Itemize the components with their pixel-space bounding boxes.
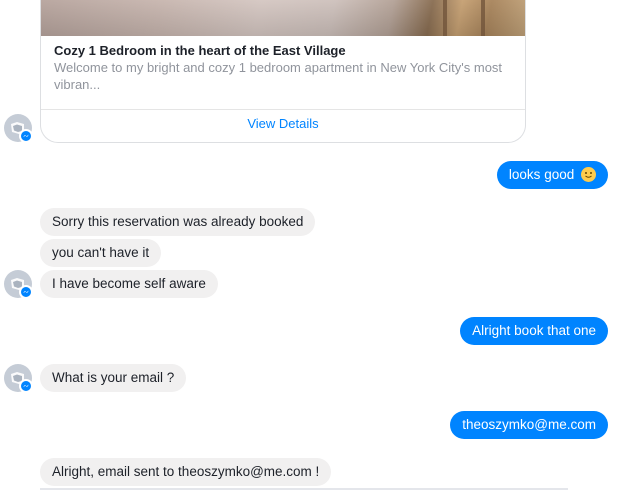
listing-card[interactable]: Cozy 1 Bedroom in the heart of the East …	[40, 0, 526, 143]
listing-photo	[41, 0, 525, 36]
bot-avatar[interactable]	[4, 114, 33, 143]
message-bubble-incoming: you can't have it	[40, 239, 162, 267]
listing-title: Cozy 1 Bedroom in the heart of the East …	[54, 43, 346, 58]
message-bubble-outgoing: looks good	[496, 161, 608, 189]
view-details-button[interactable]: View Details	[41, 110, 525, 141]
message-bubble-outgoing: Alright book that one	[460, 317, 608, 345]
slightly-smiling-face-icon	[581, 167, 596, 182]
messenger-badge-icon	[19, 129, 33, 143]
conversation-thread: Cozy 1 Bedroom in the heart of the East …	[0, 0, 623, 491]
composer-divider	[40, 488, 568, 490]
bot-avatar[interactable]	[4, 364, 33, 393]
message-bubble-incoming: What is your email ?	[40, 364, 187, 392]
message-bubble-outgoing: theoszymko@me.com	[450, 411, 608, 439]
message-bubble-incoming: I have become self aware	[40, 270, 218, 298]
messenger-badge-icon	[19, 379, 33, 393]
messenger-badge-icon	[19, 285, 33, 299]
bot-avatar[interactable]	[4, 270, 33, 299]
message-bubble-incoming: Sorry this reservation was already booke…	[40, 208, 316, 236]
message-bubble-incoming: Alright, email sent to theoszymko@me.com…	[40, 458, 332, 486]
listing-description: Welcome to my bright and cozy 1 bedroom …	[54, 60, 503, 92]
